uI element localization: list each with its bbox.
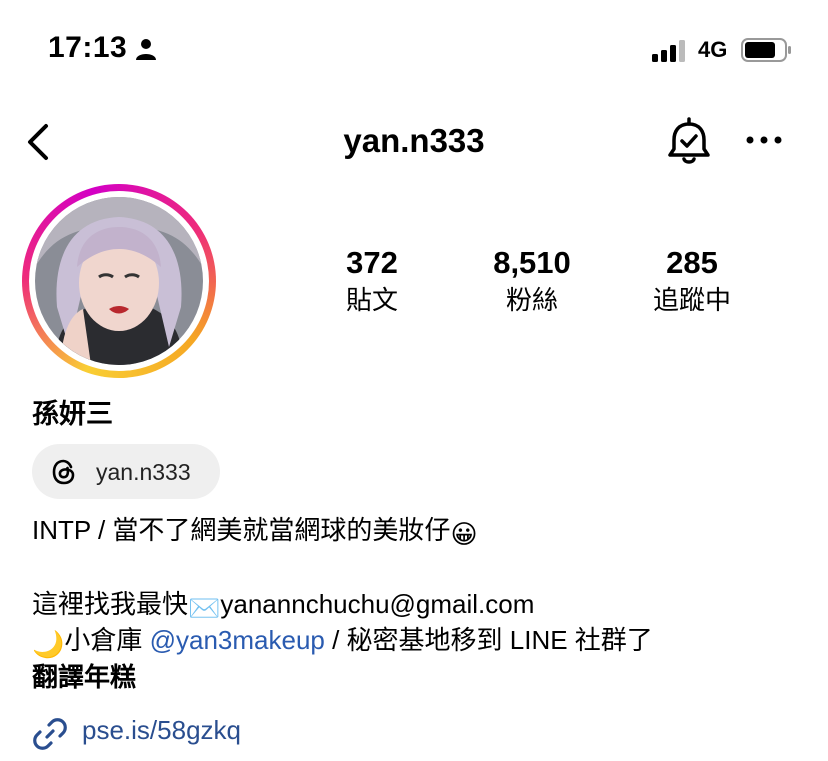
story-ring[interactable] <box>22 184 216 378</box>
followers-stat[interactable]: 8,510 粉絲 <box>452 244 612 318</box>
posts-stat[interactable]: 372 貼文 <box>292 244 452 318</box>
followers-label: 粉絲 <box>505 285 558 315</box>
bio-email[interactable]: yanannchuchu@gmail.com <box>220 589 534 619</box>
link-icon <box>33 718 67 750</box>
status-time: 17:13 <box>48 31 128 64</box>
notification-bell-icon[interactable] <box>664 116 714 168</box>
profile-header: yan.n333 <box>0 110 828 172</box>
crescent-moon-icon: 🌙 <box>32 629 65 659</box>
bio-line-1: INTP / 當不了網美就當網球的美妝仔😀 <box>32 513 478 551</box>
grinning-face-icon: 😀 <box>450 519 478 549</box>
profile-full-name: 孫妍三 <box>32 399 113 429</box>
bio-mention-link[interactable]: @yan3makeup <box>150 625 325 655</box>
posts-count: 372 <box>346 245 398 280</box>
posts-label: 貼文 <box>345 285 398 315</box>
network-type: 4G <box>698 37 728 62</box>
envelope-icon: ✉️ <box>188 593 221 623</box>
person-icon <box>136 39 156 60</box>
bio-line-2: 這裡找我最快✉️yanannchuchu@gmail.com <box>32 587 534 625</box>
profile-link-text[interactable]: pse.is/58gzkq <box>82 715 241 746</box>
followers-count: 8,510 <box>493 245 571 280</box>
following-label: 追蹤中 <box>652 285 731 315</box>
more-options-icon[interactable] <box>745 130 783 150</box>
bio-line-3-prefix: 小倉庫 <box>64 625 150 655</box>
battery-icon <box>741 38 791 62</box>
threads-handle: yan.n333 <box>96 459 191 485</box>
bio-line-4: 翻譯年糕 <box>32 662 137 692</box>
threads-badge[interactable]: yan.n333 <box>32 444 220 499</box>
avatar[interactable] <box>35 197 203 365</box>
threads-icon <box>52 459 75 485</box>
following-stat[interactable]: 285 追蹤中 <box>612 244 772 318</box>
bio-line-1-text: INTP / 當不了網美就當網球的美妝仔 <box>32 515 451 545</box>
following-count: 285 <box>666 245 718 280</box>
bio-line-3-suffix: / 秘密基地移到 LINE 社群了 <box>324 625 653 655</box>
bio-line-2-prefix: 這裡找我最快 <box>32 589 189 619</box>
cellular-signal-icon <box>652 40 685 62</box>
bio-line-3: 🌙小倉庫 @yan3makeup / 秘密基地移到 LINE 社群了 <box>32 623 653 661</box>
status-bar: 17:13 4G <box>0 0 828 100</box>
